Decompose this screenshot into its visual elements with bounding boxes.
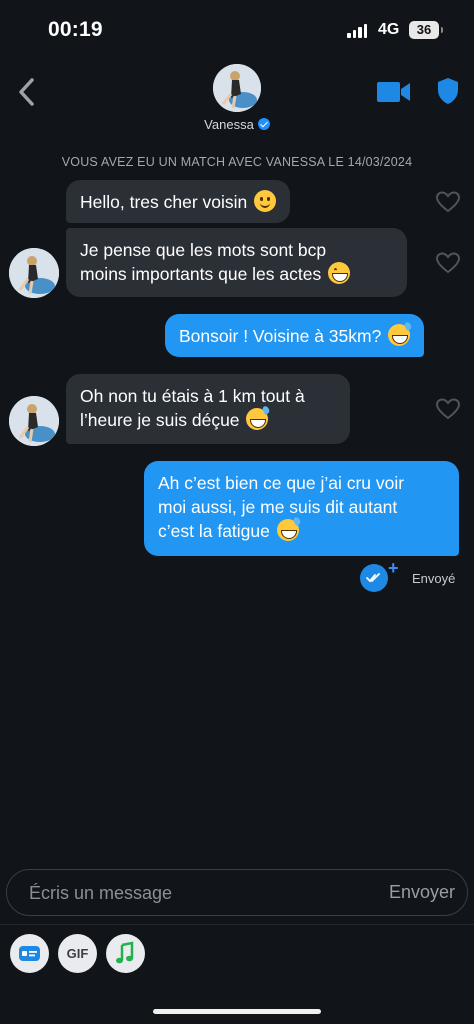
outgoing-message[interactable]: Ah c’est bien ce que j’ai cru voir moi a…	[144, 461, 459, 556]
incoming-message[interactable]: Oh non tu étais à 1 km tout à l’heure je…	[66, 374, 350, 444]
plus-icon[interactable]: +	[388, 558, 399, 579]
match-avatar[interactable]	[213, 64, 261, 112]
like-heart-button[interactable]	[435, 397, 461, 421]
incoming-message[interactable]: Je pense que les mots sont bcp moins imp…	[66, 228, 407, 297]
status-bar: 00:19 4G 36	[0, 0, 474, 56]
like-heart-button[interactable]	[435, 190, 461, 214]
music-button[interactable]	[106, 934, 145, 973]
safety-shield-button[interactable]	[435, 76, 461, 106]
message-text: Bonsoir ! Voisine à 35km?	[179, 326, 382, 346]
sender-avatar[interactable]	[9, 396, 59, 446]
send-button[interactable]: Envoyer	[389, 882, 455, 903]
chevron-left-icon	[19, 78, 34, 106]
message-text: Hello, tres cher voisin	[80, 192, 248, 212]
outgoing-message[interactable]: Bonsoir ! Voisine à 35km?	[165, 314, 425, 357]
divider	[0, 924, 474, 925]
heart-icon	[435, 252, 461, 274]
video-camera-icon	[377, 82, 410, 102]
video-call-button[interactable]	[376, 80, 412, 104]
match-date-banner: VOUS AVEZ EU UN MATCH AVEC VANESSA LE 14…	[61, 155, 413, 169]
slightly-smiling-face-emoji-icon	[254, 190, 277, 212]
back-button[interactable]	[12, 74, 42, 110]
gif-label: GIF	[66, 946, 89, 961]
network-type: 4G	[378, 21, 400, 38]
sender-avatar[interactable]	[9, 248, 59, 298]
match-name: Vanessa	[204, 117, 254, 132]
message-text-line: moins importants que les actes	[80, 264, 322, 284]
battery-nub	[441, 27, 443, 33]
gif-button[interactable]: GIF	[58, 934, 97, 973]
verified-badge-icon	[257, 118, 270, 130]
double-check-icon	[360, 564, 388, 592]
like-heart-button[interactable]	[435, 251, 461, 275]
chat-header: Vanessa	[0, 56, 474, 146]
message-text-line: l’heure je suis déçue	[80, 410, 240, 430]
match-name-row: Vanessa	[0, 117, 474, 132]
message-composer: Envoyer	[6, 869, 468, 916]
status-time: 00:19	[48, 18, 103, 41]
grinning-face-emoji-icon	[328, 262, 351, 284]
avatar-photo-icon	[9, 396, 59, 446]
card-share-button[interactable]	[10, 934, 49, 973]
sent-label: Envoyé	[412, 571, 456, 586]
heart-icon	[435, 191, 461, 213]
message-text-line: c’est la fatigue	[158, 521, 270, 541]
signal-strength-icon	[347, 24, 369, 38]
avatar-photo-icon	[9, 248, 59, 298]
avatar-photo-icon	[213, 64, 261, 112]
id-card-icon	[19, 946, 40, 961]
shield-icon	[438, 78, 458, 104]
music-note-icon	[116, 941, 134, 964]
message-text-line: Ah c’est bien ce que j’ai cru voir	[158, 473, 405, 493]
message-input[interactable]	[29, 878, 359, 908]
incoming-message[interactable]: Hello, tres cher voisin	[66, 180, 291, 223]
battery-icon: 36	[409, 21, 439, 39]
grinning-sweat-face-emoji-icon	[388, 324, 411, 346]
heart-icon	[435, 398, 461, 420]
message-text-line: Je pense que les mots sont bcp	[80, 240, 327, 260]
grinning-sweat-face-emoji-icon	[246, 408, 269, 430]
grinning-sweat-face-emoji-icon	[276, 519, 299, 541]
home-indicator[interactable]	[153, 1009, 321, 1014]
message-text-line: moi aussi, je me suis dit autant	[158, 497, 398, 517]
message-text-line: Oh non tu étais à 1 km tout à	[80, 386, 305, 406]
